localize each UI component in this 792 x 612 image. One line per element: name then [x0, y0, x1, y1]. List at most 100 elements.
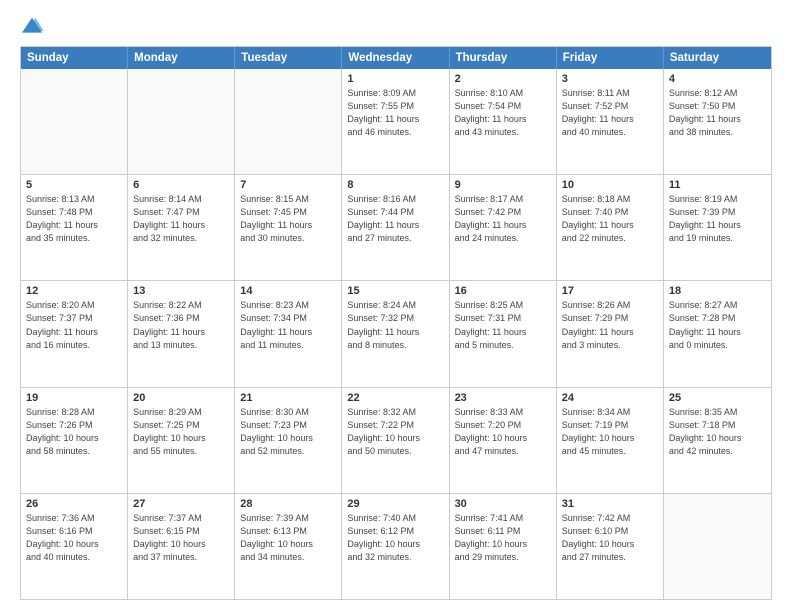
day-cell-30: 30 Sunrise: 7:41 AM Sunset: 6:11 PM Dayli… — [450, 494, 557, 599]
day-number: 29 — [347, 498, 443, 510]
day-cell-20: 20 Sunrise: 8:29 AM Sunset: 7:25 PM Dayli… — [128, 388, 235, 493]
day-header-friday: Friday — [557, 47, 664, 69]
day-cell-5: 5Sunrise: 8:13 AM Sunset: 7:48 PM Daylig… — [21, 175, 128, 280]
cell-info: Sunrise: 8:18 AM Sunset: 7:40 PM Dayligh… — [562, 193, 658, 245]
day-number: 22 — [347, 392, 443, 404]
logo — [20, 16, 48, 36]
cell-info: Sunrise: 8:09 AM Sunset: 7:55 PM Dayligh… — [347, 87, 443, 139]
day-cell-27: 27Sunrise: 7:37 AM Sunset: 6:15 PM Dayli… — [128, 494, 235, 599]
day-cell-28: 28 Sunrise: 7:39 AM Sunset: 6:13 PM Dayli… — [235, 494, 342, 599]
cell-info: Sunrise: 8:27 AM Sunset: 7:28 PM Dayligh… — [669, 299, 766, 351]
empty-cell — [235, 69, 342, 174]
day-cell-9: 9Sunrise: 8:17 AM Sunset: 7:42 PM Daylig… — [450, 175, 557, 280]
day-cell-29: 29 Sunrise: 7:40 AM Sunset: 6:12 PM Dayli… — [342, 494, 449, 599]
day-cell-17: 17 Sunrise: 8:26 AM Sunset: 7:29 PM Dayli… — [557, 281, 664, 386]
cell-info: Sunrise: 8:24 AM Sunset: 7:32 PM Dayligh… — [347, 299, 443, 351]
day-number: 18 — [669, 285, 766, 297]
cell-info: Sunrise: 7:40 AM Sunset: 6:12 PM Dayligh… — [347, 512, 443, 564]
day-cell-2: 2Sunrise: 8:10 AM Sunset: 7:54 PM Daylig… — [450, 69, 557, 174]
day-number: 20 — [133, 392, 229, 404]
day-number: 7 — [240, 179, 336, 191]
day-number: 17 — [562, 285, 658, 297]
day-cell-12: 12 Sunrise: 8:20 AM Sunset: 7:37 PM Dayli… — [21, 281, 128, 386]
day-cell-6: 6 Sunrise: 8:14 AM Sunset: 7:47 PM Daylig… — [128, 175, 235, 280]
day-header-tuesday: Tuesday — [235, 47, 342, 69]
day-cell-10: 10 Sunrise: 8:18 AM Sunset: 7:40 PM Dayli… — [557, 175, 664, 280]
day-cell-4: 4 Sunrise: 8:12 AM Sunset: 7:50 PM Daylig… — [664, 69, 771, 174]
empty-cell — [21, 69, 128, 174]
day-cell-19: 19Sunrise: 8:28 AM Sunset: 7:26 PM Dayli… — [21, 388, 128, 493]
cell-info: Sunrise: 8:12 AM Sunset: 7:50 PM Dayligh… — [669, 87, 766, 139]
calendar-header: SundayMondayTuesdayWednesdayThursdayFrid… — [21, 47, 771, 69]
day-cell-16: 16 Sunrise: 8:25 AM Sunset: 7:31 PM Dayli… — [450, 281, 557, 386]
day-number: 16 — [455, 285, 551, 297]
day-number: 15 — [347, 285, 443, 297]
day-number: 4 — [669, 73, 766, 85]
day-number: 6 — [133, 179, 229, 191]
header — [20, 16, 772, 36]
cell-info: Sunrise: 8:22 AM Sunset: 7:36 PM Dayligh… — [133, 299, 229, 351]
empty-cell — [664, 494, 771, 599]
page: SundayMondayTuesdayWednesdayThursdayFrid… — [0, 0, 792, 612]
cell-info: Sunrise: 8:20 AM Sunset: 7:37 PM Dayligh… — [26, 299, 122, 351]
day-cell-22: 22 Sunrise: 8:32 AM Sunset: 7:22 PM Dayli… — [342, 388, 449, 493]
cell-info: Sunrise: 8:33 AM Sunset: 7:20 PM Dayligh… — [455, 406, 551, 458]
day-number: 1 — [347, 73, 443, 85]
cell-info: Sunrise: 7:37 AM Sunset: 6:15 PM Dayligh… — [133, 512, 229, 564]
day-number: 3 — [562, 73, 658, 85]
cell-info: Sunrise: 8:13 AM Sunset: 7:48 PM Dayligh… — [26, 193, 122, 245]
cell-info: Sunrise: 7:41 AM Sunset: 6:11 PM Dayligh… — [455, 512, 551, 564]
day-number: 25 — [669, 392, 766, 404]
day-number: 31 — [562, 498, 658, 510]
day-cell-1: 1 Sunrise: 8:09 AM Sunset: 7:55 PM Daylig… — [342, 69, 449, 174]
day-cell-15: 15 Sunrise: 8:24 AM Sunset: 7:32 PM Dayli… — [342, 281, 449, 386]
day-number: 10 — [562, 179, 658, 191]
calendar-body: 1 Sunrise: 8:09 AM Sunset: 7:55 PM Daylig… — [21, 69, 771, 599]
day-number: 30 — [455, 498, 551, 510]
day-number: 24 — [562, 392, 658, 404]
day-header-wednesday: Wednesday — [342, 47, 449, 69]
empty-cell — [128, 69, 235, 174]
week-row-3: 12 Sunrise: 8:20 AM Sunset: 7:37 PM Dayli… — [21, 281, 771, 387]
day-header-thursday: Thursday — [450, 47, 557, 69]
day-number: 12 — [26, 285, 122, 297]
day-cell-14: 14 Sunrise: 8:23 AM Sunset: 7:34 PM Dayli… — [235, 281, 342, 386]
cell-info: Sunrise: 8:32 AM Sunset: 7:22 PM Dayligh… — [347, 406, 443, 458]
cell-info: Sunrise: 7:42 AM Sunset: 6:10 PM Dayligh… — [562, 512, 658, 564]
cell-info: Sunrise: 8:23 AM Sunset: 7:34 PM Dayligh… — [240, 299, 336, 351]
day-cell-3: 3 Sunrise: 8:11 AM Sunset: 7:52 PM Daylig… — [557, 69, 664, 174]
cell-info: Sunrise: 8:34 AM Sunset: 7:19 PM Dayligh… — [562, 406, 658, 458]
logo-icon — [20, 16, 44, 36]
week-row-2: 5Sunrise: 8:13 AM Sunset: 7:48 PM Daylig… — [21, 175, 771, 281]
day-number: 14 — [240, 285, 336, 297]
day-number: 28 — [240, 498, 336, 510]
cell-info: Sunrise: 8:15 AM Sunset: 7:45 PM Dayligh… — [240, 193, 336, 245]
day-cell-31: 31 Sunrise: 7:42 AM Sunset: 6:10 PM Dayli… — [557, 494, 664, 599]
day-cell-8: 8 Sunrise: 8:16 AM Sunset: 7:44 PM Daylig… — [342, 175, 449, 280]
cell-info: Sunrise: 8:29 AM Sunset: 7:25 PM Dayligh… — [133, 406, 229, 458]
day-number: 8 — [347, 179, 443, 191]
day-number: 21 — [240, 392, 336, 404]
day-cell-23: 23Sunrise: 8:33 AM Sunset: 7:20 PM Dayli… — [450, 388, 557, 493]
day-cell-26: 26Sunrise: 7:36 AM Sunset: 6:16 PM Dayli… — [21, 494, 128, 599]
cell-info: Sunrise: 8:30 AM Sunset: 7:23 PM Dayligh… — [240, 406, 336, 458]
day-header-saturday: Saturday — [664, 47, 771, 69]
cell-info: Sunrise: 8:16 AM Sunset: 7:44 PM Dayligh… — [347, 193, 443, 245]
cell-info: Sunrise: 8:14 AM Sunset: 7:47 PM Dayligh… — [133, 193, 229, 245]
day-cell-24: 24 Sunrise: 8:34 AM Sunset: 7:19 PM Dayli… — [557, 388, 664, 493]
cell-info: Sunrise: 8:26 AM Sunset: 7:29 PM Dayligh… — [562, 299, 658, 351]
cell-info: Sunrise: 8:19 AM Sunset: 7:39 PM Dayligh… — [669, 193, 766, 245]
cell-info: Sunrise: 8:35 AM Sunset: 7:18 PM Dayligh… — [669, 406, 766, 458]
week-row-5: 26Sunrise: 7:36 AM Sunset: 6:16 PM Dayli… — [21, 494, 771, 599]
day-header-monday: Monday — [128, 47, 235, 69]
cell-info: Sunrise: 7:39 AM Sunset: 6:13 PM Dayligh… — [240, 512, 336, 564]
day-number: 2 — [455, 73, 551, 85]
day-cell-7: 7 Sunrise: 8:15 AM Sunset: 7:45 PM Daylig… — [235, 175, 342, 280]
day-cell-13: 13Sunrise: 8:22 AM Sunset: 7:36 PM Dayli… — [128, 281, 235, 386]
calendar: SundayMondayTuesdayWednesdayThursdayFrid… — [20, 46, 772, 600]
day-cell-25: 25 Sunrise: 8:35 AM Sunset: 7:18 PM Dayli… — [664, 388, 771, 493]
cell-info: Sunrise: 8:25 AM Sunset: 7:31 PM Dayligh… — [455, 299, 551, 351]
cell-info: Sunrise: 8:11 AM Sunset: 7:52 PM Dayligh… — [562, 87, 658, 139]
cell-info: Sunrise: 7:36 AM Sunset: 6:16 PM Dayligh… — [26, 512, 122, 564]
cell-info: Sunrise: 8:28 AM Sunset: 7:26 PM Dayligh… — [26, 406, 122, 458]
